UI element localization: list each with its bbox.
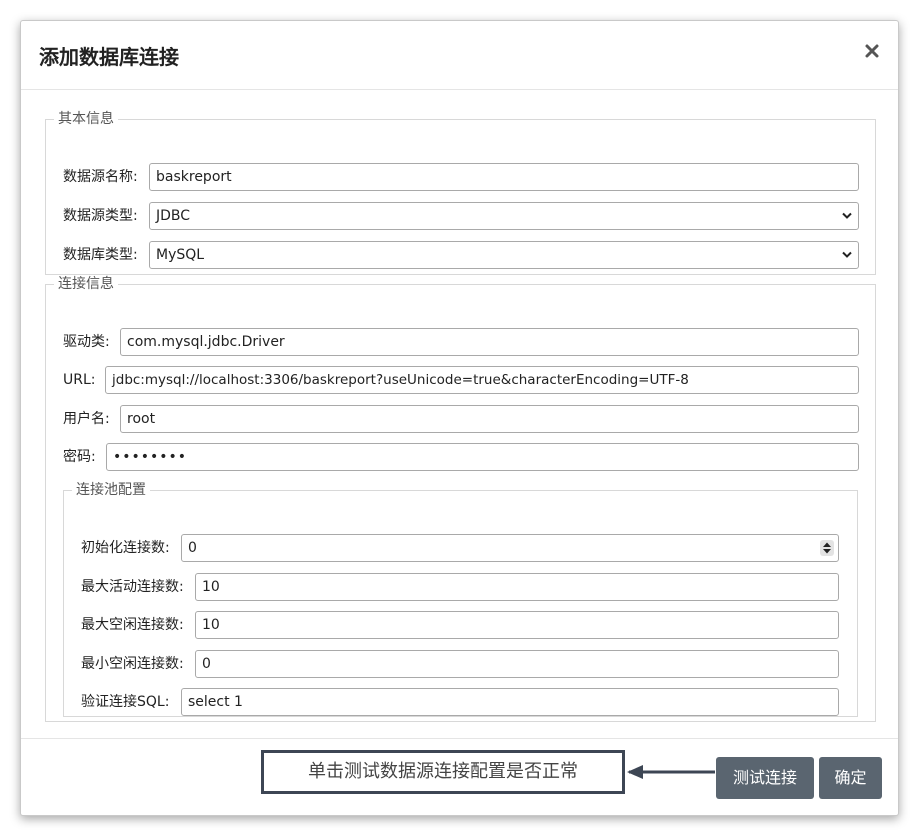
add-database-connection-dialog: 添加数据库连接 其本信息 数据源名称: baskreport 数据源类型: JD… [20, 20, 899, 816]
driver-row: 驱动类: com.mysql.jdbc.Driver [63, 328, 859, 356]
database-type-select[interactable]: MySQL [149, 241, 859, 269]
validation-sql-label: 验证连接SQL: [81, 694, 170, 710]
max-idle-input[interactable]: 10 [195, 611, 839, 639]
url-row: URL: jdbc:mysql://localhost:3306/baskrep… [63, 366, 859, 394]
max-active-label: 最大活动连接数: [81, 579, 184, 595]
max-idle-row: 最大空闲连接数: 10 [81, 611, 839, 639]
datasource-type-label: 数据源类型: [63, 208, 138, 224]
datasource-type-select[interactable]: JDBC [149, 202, 859, 230]
pool-config-fieldset: 连接池配置 初始化连接数: 0 最大活动连接数: 10 最大空闲连接数: 10 [63, 482, 858, 717]
dialog-title: 添加数据库连接 [39, 45, 179, 69]
test-connection-button[interactable]: 测试连接 [716, 757, 814, 799]
connection-info-legend: 连接信息 [58, 276, 114, 292]
pool-config-legend: 连接池配置 [76, 482, 146, 498]
username-row: 用户名: root [63, 405, 859, 433]
min-idle-input[interactable]: 0 [195, 650, 839, 678]
url-label: URL: [63, 372, 96, 388]
driver-label: 驱动类: [63, 334, 110, 350]
driver-input[interactable]: com.mysql.jdbc.Driver [120, 328, 859, 356]
validation-sql-row: 验证连接SQL: select 1 [81, 688, 839, 716]
connection-info-fieldset: 连接信息 驱动类: com.mysql.jdbc.Driver URL: jdb… [45, 276, 876, 722]
stepper-arrows-icon[interactable] [820, 540, 834, 556]
database-type-value: MySQL [156, 247, 205, 263]
chevron-down-icon [842, 251, 852, 258]
close-icon[interactable] [864, 43, 880, 59]
password-row: 密码: •••••••• [63, 443, 859, 471]
arrow-left-icon [627, 765, 715, 779]
footer-divider [21, 738, 898, 739]
initial-connections-label: 初始化连接数: [81, 540, 170, 556]
validation-sql-input[interactable]: select 1 [181, 688, 839, 716]
datasource-name-input[interactable]: baskreport [149, 163, 859, 191]
datasource-type-value: JDBC [156, 208, 191, 224]
password-input[interactable]: •••••••• [106, 443, 859, 471]
max-idle-label: 最大空闲连接数: [81, 617, 184, 633]
initial-connections-stepper[interactable]: 0 [181, 534, 839, 562]
chevron-down-icon [842, 212, 852, 219]
password-label: 密码: [63, 449, 96, 465]
database-type-row: 数据库类型: MySQL [63, 241, 859, 269]
basic-info-legend: 其本信息 [58, 111, 114, 127]
confirm-button[interactable]: 确定 [819, 757, 882, 799]
initial-connections-value: 0 [188, 540, 197, 556]
max-active-row: 最大活动连接数: 10 [81, 573, 839, 601]
callout-annotation: 单击测试数据源连接配置是否正常 [261, 750, 625, 794]
min-idle-row: 最小空闲连接数: 0 [81, 650, 839, 678]
min-idle-label: 最小空闲连接数: [81, 656, 184, 672]
username-input[interactable]: root [120, 405, 859, 433]
url-input[interactable]: jdbc:mysql://localhost:3306/baskreport?u… [105, 366, 859, 394]
database-type-label: 数据库类型: [63, 247, 138, 263]
datasource-type-row: 数据源类型: JDBC [63, 202, 859, 230]
datasource-name-row: 数据源名称: baskreport [63, 163, 859, 191]
datasource-name-label: 数据源名称: [63, 169, 138, 185]
username-label: 用户名: [63, 411, 110, 427]
basic-info-fieldset: 其本信息 数据源名称: baskreport 数据源类型: JDBC 数据库类型… [45, 111, 876, 275]
dialog-header: 添加数据库连接 [21, 21, 898, 90]
initial-connections-row: 初始化连接数: 0 [81, 534, 839, 562]
max-active-input[interactable]: 10 [195, 573, 839, 601]
